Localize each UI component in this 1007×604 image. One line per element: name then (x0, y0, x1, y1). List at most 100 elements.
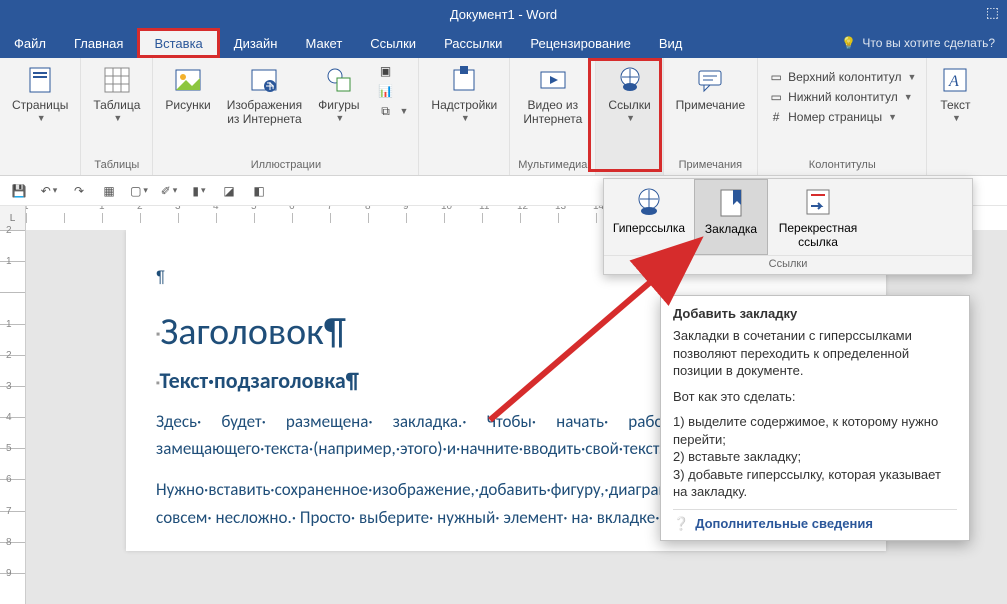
tooltip-title: Добавить закладку (673, 306, 957, 321)
tell-me-search[interactable]: 💡 Что вы хотите сделать? (829, 28, 1007, 58)
ribbon-group-pages: Страницы▼ (0, 58, 81, 175)
chevron-down-icon: ▼ (335, 113, 344, 123)
ribbon-insert: Страницы▼ Таблица▼ Таблицы Рисунки Изобр… (0, 58, 1007, 176)
addins-button[interactable]: Надстройки▼ (427, 62, 501, 125)
menu-mailings[interactable]: Рассылки (430, 28, 516, 58)
links-button[interactable]: Ссылки▼ (604, 62, 654, 125)
undo-icon[interactable]: ↶▾ (40, 182, 58, 200)
bookmark-tooltip: Добавить закладку Закладки в сочетании с… (660, 295, 970, 541)
bookmark-button[interactable]: Закладка (694, 179, 768, 255)
menu-layout[interactable]: Макет (291, 28, 356, 58)
tooltip-more-link[interactable]: ❔ Дополнительные сведения (673, 509, 957, 532)
pages-button[interactable]: Страницы▼ (8, 62, 72, 125)
ruler-corner: L (0, 206, 26, 230)
screenshot-icon: ⧉ (378, 103, 394, 119)
comment-button[interactable]: Примечание (672, 62, 749, 115)
text-icon: A (939, 64, 971, 96)
tell-me-label: Что вы хотите сделать? (862, 36, 995, 50)
shape-qat-icon[interactable]: ▢▾ (130, 182, 148, 200)
brush-icon[interactable]: ✐▾ (160, 182, 178, 200)
vertical-ruler[interactable]: 21123456789 (0, 230, 26, 604)
chevron-down-icon: ▼ (626, 113, 635, 123)
comment-icon (694, 64, 726, 96)
tooltip-step-2: 2) вставьте закладку; (673, 448, 957, 466)
help-icon: ❔ (673, 516, 689, 532)
tooltip-step-1: 1) выделите содержимое, к которому нужно… (673, 413, 957, 448)
save-icon[interactable]: 💾 (10, 182, 28, 200)
smartart-icon: ▣ (378, 63, 394, 79)
popup-group-label: Ссылки (604, 256, 972, 274)
picture-icon (172, 64, 204, 96)
group-label-tables: Таблицы (94, 159, 139, 173)
online-picture-icon (248, 64, 280, 96)
menu-bar: Файл Главная Вставка Дизайн Макет Ссылки… (0, 28, 1007, 58)
ribbon-group-illustrations: Рисунки Изображения из Интернета Фигуры▼… (153, 58, 419, 175)
menu-references[interactable]: Ссылки (356, 28, 430, 58)
ribbon-group-media: Видео из Интернета Мультимедиа (510, 58, 596, 175)
chart-button[interactable]: 📊 (376, 82, 396, 100)
group-label-illustrations: Иллюстрации (251, 159, 321, 173)
shapes-button[interactable]: Фигуры▼ (314, 62, 363, 125)
eraser-icon[interactable]: ◪ (220, 182, 238, 200)
highlight-icon[interactable]: ▮▾ (190, 182, 208, 200)
crossref-icon (801, 185, 835, 219)
menu-review[interactable]: Рецензирование (516, 28, 644, 58)
table-button[interactable]: Таблица▼ (89, 62, 144, 125)
hyperlink-button[interactable]: Гиперссылка (604, 179, 694, 255)
menu-insert[interactable]: Вставка (137, 28, 219, 58)
text-button[interactable]: A Текст▼ (935, 62, 975, 125)
chevron-down-icon: ▼ (904, 92, 913, 102)
chevron-down-icon: ▼ (113, 113, 122, 123)
redo-icon[interactable]: ↷ (70, 182, 88, 200)
ribbon-display-options-icon[interactable]: ⬚ (986, 4, 999, 21)
footer-icon: ▭ (768, 89, 784, 105)
table-icon (101, 64, 133, 96)
links-dropdown-popup: Гиперссылка Закладка Перекрестная ссылка… (603, 178, 973, 275)
table-qat-icon[interactable]: ▦ (100, 182, 118, 200)
shapes-icon (323, 64, 355, 96)
addins-icon (448, 64, 480, 96)
ribbon-group-text: A Текст▼ (927, 58, 983, 175)
tooltip-howto-intro: Вот как это сделать: (673, 388, 957, 406)
link-icon (614, 64, 646, 96)
video-icon (537, 64, 569, 96)
footer-button[interactable]: ▭Нижний колонтитул▼ (766, 88, 915, 106)
ribbon-group-comments: Примечание Примечания (664, 58, 758, 175)
tooltip-step-3: 3) добавьте гиперссылку, которая указыва… (673, 466, 957, 501)
chevron-down-icon: ▼ (37, 113, 46, 123)
chevron-down-icon: ▼ (888, 112, 897, 122)
hyperlink-icon (632, 185, 666, 219)
lightbulb-icon: 💡 (841, 36, 856, 50)
ribbon-group-tables: Таблица▼ Таблицы (81, 58, 153, 175)
crossref-button[interactable]: Перекрестная ссылка (768, 179, 868, 255)
bookmark-icon (714, 186, 748, 220)
tooltip-desc: Закладки в сочетании с гиперссылками поз… (673, 327, 957, 380)
chevron-down-icon: ▼ (952, 113, 961, 123)
group-label-headerfooter: Колонтитулы (809, 159, 876, 173)
morph-icon[interactable]: ◧ (250, 182, 268, 200)
online-video-button[interactable]: Видео из Интернета (519, 62, 586, 129)
ribbon-group-links: Ссылки▼ (596, 58, 663, 175)
svg-text:A: A (948, 73, 959, 90)
header-icon: ▭ (768, 69, 784, 85)
menu-view[interactable]: Вид (645, 28, 697, 58)
window-title: Документ1 - Word (450, 7, 557, 22)
page-icon (24, 64, 56, 96)
header-button[interactable]: ▭Верхний колонтитул▼ (766, 68, 918, 86)
menu-file[interactable]: Файл (0, 28, 60, 58)
group-label-media: Мультимедиа (518, 159, 587, 173)
screenshot-button[interactable]: ⧉▼ (376, 102, 411, 120)
group-label-comments: Примечания (679, 159, 743, 173)
menu-home[interactable]: Главная (60, 28, 137, 58)
smartart-button[interactable]: ▣ (376, 62, 402, 80)
page-number-button[interactable]: #Номер страницы▼ (766, 108, 899, 126)
chart-icon: 📊 (378, 83, 394, 99)
ribbon-group-addins: Надстройки▼ (419, 58, 510, 175)
chevron-down-icon: ▼ (461, 113, 470, 123)
chevron-down-icon: ▼ (908, 72, 917, 82)
chevron-down-icon: ▼ (400, 106, 409, 116)
menu-design[interactable]: Дизайн (220, 28, 292, 58)
pictures-button[interactable]: Рисунки (161, 62, 214, 115)
online-pictures-button[interactable]: Изображения из Интернета (223, 62, 306, 129)
title-bar: Документ1 - Word ⬚ (0, 0, 1007, 28)
